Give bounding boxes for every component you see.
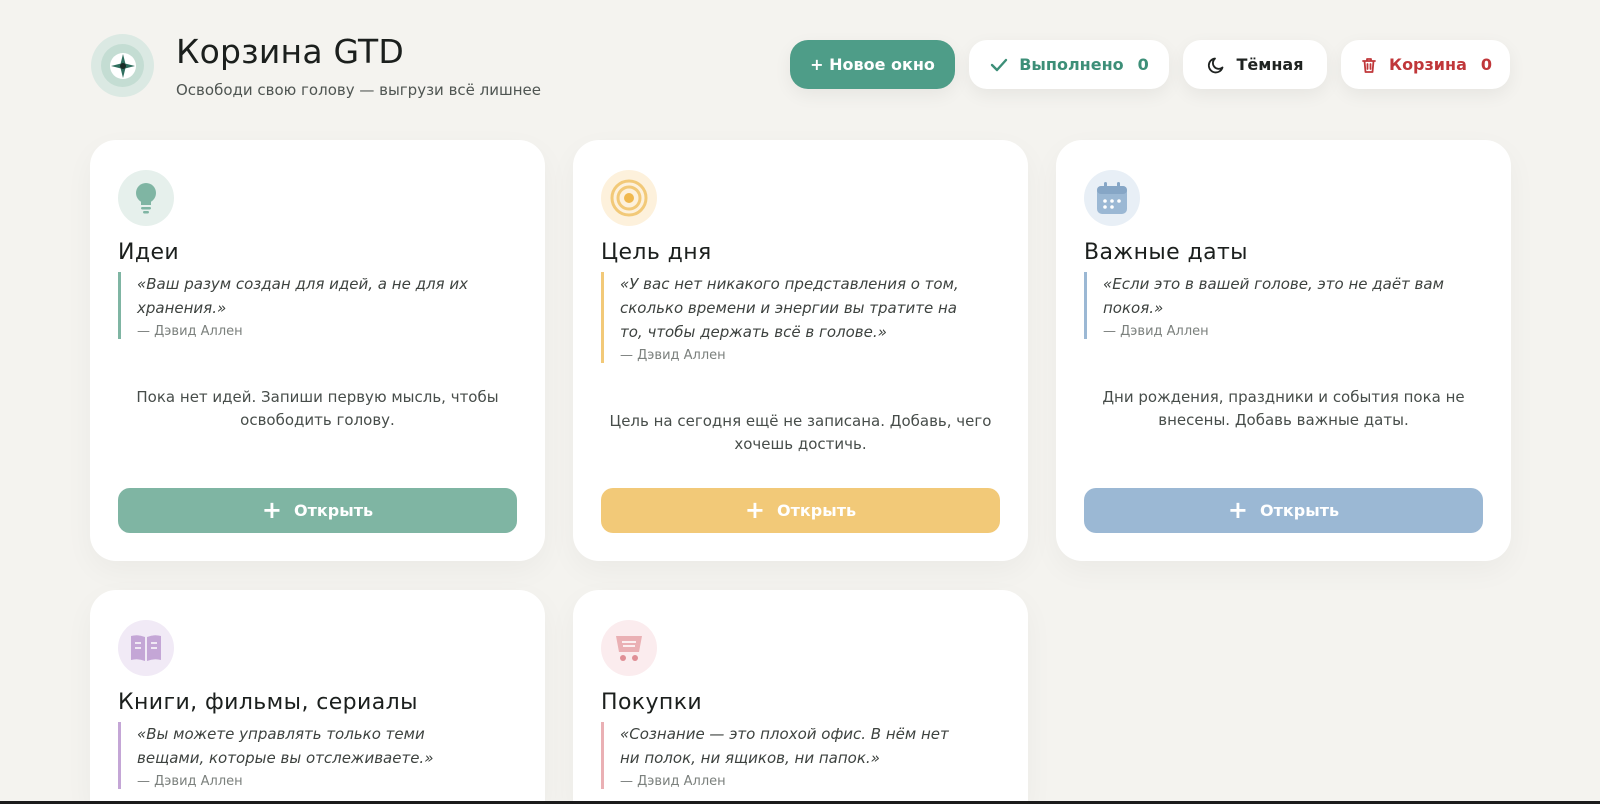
book-icon xyxy=(118,620,174,676)
plus-icon: + xyxy=(744,495,766,524)
done-label: Выполнено xyxy=(1019,55,1124,74)
compass-logo-icon xyxy=(91,34,154,97)
card-dates: Важные даты «Если это в вашей голове, эт… xyxy=(1056,140,1511,561)
card-quote: «Сознание — это плохой офис. В нём нет н… xyxy=(601,722,971,789)
check-icon xyxy=(991,58,1008,71)
card-quote: «У вас нет никакого представления о том,… xyxy=(601,272,971,363)
trash-count: 0 xyxy=(1480,55,1493,74)
empty-state-text: Цель на сегодня ещё не записана. Добавь,… xyxy=(609,412,992,453)
trash-label: Корзина xyxy=(1388,55,1467,74)
quote-text: «Вы можете управлять только теми вещами,… xyxy=(137,725,434,767)
card-quote: «Ваш разум создан для идей, а не для их … xyxy=(118,272,488,339)
plus-icon: + xyxy=(261,495,283,524)
quote-text: «У вас нет никакого представления о том,… xyxy=(620,275,959,341)
card-title: Цель дня xyxy=(601,240,712,265)
cart-icon xyxy=(601,620,657,676)
card-title: Идеи xyxy=(118,240,180,265)
card-title: Покупки xyxy=(601,690,703,715)
page-title: Корзина GTD xyxy=(176,32,405,71)
moon-icon xyxy=(1207,57,1223,73)
open-ideas-button[interactable]: + Открыть xyxy=(118,488,517,533)
quote-author: — Дэвид Аллен xyxy=(137,324,243,339)
card-quote: «Если это в вашей голове, это не даёт ва… xyxy=(1084,272,1454,339)
quote-author: — Дэвид Аллен xyxy=(1103,324,1209,339)
empty-state-text: Пока нет идей. Запиши первую мысль, чтоб… xyxy=(136,388,499,429)
quote-text: «Если это в вашей голове, это не даёт ва… xyxy=(1103,275,1444,317)
open-button-label: Открыть xyxy=(294,501,374,520)
quote-author: — Дэвид Аллен xyxy=(620,348,726,363)
done-count: 0 xyxy=(1137,55,1149,74)
empty-state-text: Дни рождения, праздники и события пока н… xyxy=(1102,388,1465,429)
theme-toggle-button[interactable]: Тёмная xyxy=(1183,40,1327,89)
plus-icon: + xyxy=(1227,495,1249,524)
page-subtitle: Освободи свою голову — выгрузи всё лишне… xyxy=(176,81,541,99)
trash-button[interactable]: Корзина 0 xyxy=(1341,40,1510,89)
quote-text: «Ваш разум создан для идей, а не для их … xyxy=(137,275,468,317)
open-dates-button[interactable]: + Открыть xyxy=(1084,488,1483,533)
card-quote: «Вы можете управлять только теми вещами,… xyxy=(118,722,488,789)
calendar-icon xyxy=(1084,170,1140,226)
app-header: Корзина GTD Освободи свою голову — выгру… xyxy=(91,32,1511,102)
theme-label: Тёмная xyxy=(1236,55,1304,74)
card-title: Книги, фильмы, сериалы xyxy=(118,690,418,715)
new-window-label: + Новое окно xyxy=(810,55,935,74)
open-button-label: Открыть xyxy=(777,501,857,520)
trash-icon xyxy=(1362,57,1376,73)
done-button[interactable]: Выполнено 0 xyxy=(969,40,1169,89)
target-icon xyxy=(601,170,657,226)
quote-author: — Дэвид Аллен xyxy=(620,774,726,789)
card-title: Важные даты xyxy=(1084,240,1248,265)
card-books: Книги, фильмы, сериалы «Вы можете управл… xyxy=(90,590,545,804)
open-goal-button[interactable]: + Открыть xyxy=(601,488,1000,533)
open-button-label: Открыть xyxy=(1260,501,1340,520)
card-ideas: Идеи «Ваш разум создан для идей, а не дл… xyxy=(90,140,545,561)
new-window-button[interactable]: + Новое окно xyxy=(790,40,955,89)
card-goal: Цель дня «У вас нет никакого представлен… xyxy=(573,140,1028,561)
lightbulb-icon xyxy=(118,170,174,226)
quote-author: — Дэвид Аллен xyxy=(137,774,243,789)
card-shopping: Покупки «Сознание — это плохой офис. В н… xyxy=(573,590,1028,804)
quote-text: «Сознание — это плохой офис. В нём нет н… xyxy=(620,725,949,767)
